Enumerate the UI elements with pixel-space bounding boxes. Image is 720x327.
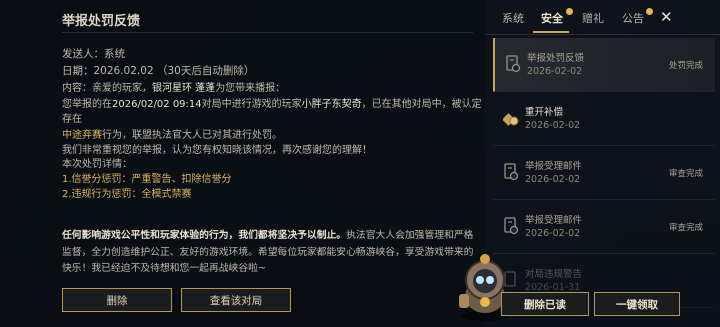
mail-item-date: 2026-02-02 — [525, 174, 581, 185]
security-badge — [566, 8, 573, 15]
active-tab-indicator — [533, 31, 569, 33]
mail-list-panel: 系统 安全 赠礼 公告 ✕ 举报处罚反馈 2026-02-02 处罚完成 重开补… — [485, 0, 720, 327]
notice-badge — [646, 8, 653, 15]
mail-item-title: 对局违规警告 — [525, 269, 583, 280]
report-doc-icon — [504, 163, 519, 181]
mail-item-title: 举报处罚反馈 — [527, 53, 585, 64]
mail-content: 内容：亲爱的玩家，银河星环 蓬蓬为您带来播报： 您举报的在2026/02/02 … — [62, 81, 482, 159]
mail-title: 举报处罚反馈 — [62, 14, 141, 29]
close-icon[interactable]: ✕ — [660, 8, 673, 26]
mail-item-date: 2026-02-02 — [527, 66, 583, 77]
claim-all-button[interactable]: 一键领取 — [594, 292, 680, 316]
mail-item-title: 重开补偿 — [525, 107, 564, 118]
mail-item-title: 举报受理邮件 — [525, 161, 583, 172]
mail-item-status: 审查完成 — [668, 223, 703, 233]
detail-credit-penalty: 1.信誉分惩罚：严重警告、扣除信誉分 — [62, 174, 232, 185]
detail-ban-penalty: 2.违规行为惩罚：全模式禁赛 — [62, 189, 192, 200]
mail-item-report-accepted-1[interactable]: 举报受理邮件 2026-02-02 审查完成 — [493, 146, 715, 200]
title-divider — [62, 32, 473, 33]
mail-item-title: 举报受理邮件 — [525, 215, 583, 226]
mail-item-compensation[interactable]: 重开补偿 2026-02-02 — [493, 92, 715, 146]
mail-sender: 发送人：系统 — [62, 48, 125, 60]
tab-system[interactable]: 系统 — [502, 10, 524, 26]
mail-item-status: 审查完成 — [668, 169, 703, 179]
mail-item-date: 2026-02-02 — [525, 228, 581, 239]
tab-gift[interactable]: 赠礼 — [582, 10, 604, 26]
mail-item-status: 处罚完成 — [668, 61, 703, 71]
gift-coin-icon — [503, 113, 519, 126]
mail-date: 日期：2026.02.02 （30天后自动删除） — [62, 65, 255, 77]
content-line-1: 内容：亲爱的玩家，银河星环 蓬蓬为您带来播报： — [62, 83, 286, 94]
delete-read-button[interactable]: 删除已读 — [501, 292, 589, 316]
report-doc-icon — [506, 55, 521, 73]
delete-button[interactable]: 删除 — [62, 288, 172, 312]
closing-paragraph: 任何影响游戏公平性和玩家体验的行为，我们都将坚决予以制止。执法官大人会加强管理和… — [62, 230, 474, 274]
mail-tabs: 系统 安全 赠礼 公告 ✕ — [485, 0, 720, 35]
view-match-button[interactable]: 查看该对局 — [181, 288, 291, 312]
content-line-3: 中途弃赛行为，联盟执法官大人已对其进行处罚。 — [62, 129, 282, 141]
mail-item-report-accepted-2[interactable]: 举报受理邮件 2026-02-02 审查完成 — [493, 200, 715, 254]
content-line-2: 您举报的在2026/02/02 09:14对局中进行游戏的玩家小胖子东契奇，已在… — [62, 98, 482, 126]
mail-detail-panel: 举报处罚反馈 发送人：系统 日期：2026.02.02 （30天后自动删除） 内… — [0, 0, 486, 327]
mail-item-date: 2026-02-02 — [525, 120, 581, 131]
tab-notice[interactable]: 公告 — [622, 10, 644, 26]
details-heading: 本次处罚详情： — [62, 159, 132, 170]
tab-security[interactable]: 安全 — [541, 10, 563, 26]
mail-item-report-feedback[interactable]: 举报处罚反馈 2026-02-02 处罚完成 — [493, 38, 715, 92]
report-doc-icon — [504, 217, 519, 235]
